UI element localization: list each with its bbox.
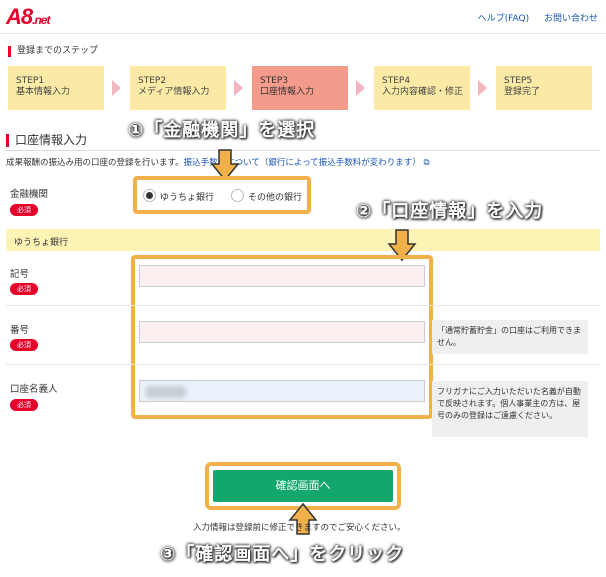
- step-3-label: 口座情報入力: [260, 87, 315, 97]
- confirm-button[interactable]: 確認画面へ: [213, 470, 393, 502]
- step-5-name: STEP5: [504, 76, 533, 86]
- registration-steps: STEP1 基本情報入力 STEP2 メディア情報入力 STEP3 口座情報入力…: [8, 66, 598, 110]
- bango-note: 「通常貯蓄貯金」の口座はご利用できません。: [432, 320, 588, 354]
- section-title: 口座情報入力: [6, 134, 87, 147]
- contact-link[interactable]: お問い合わせ: [544, 14, 598, 24]
- required-badge: 必須: [10, 204, 38, 216]
- radio-yucho[interactable]: [143, 189, 156, 202]
- header-links: ヘルプ(FAQ) お問い合わせ: [466, 11, 598, 24]
- redacted-name: [146, 386, 186, 398]
- bango-input[interactable]: [139, 321, 425, 343]
- step-2-name: STEP2: [138, 76, 167, 86]
- row-divider: [6, 364, 600, 365]
- selected-bank-band: ゆうちょ銀行: [6, 229, 600, 251]
- step-arrow-icon: [112, 80, 121, 96]
- radio-other-bank[interactable]: [231, 189, 244, 202]
- description-text: 成果報酬の振込み用の口座の登録を行います。: [6, 158, 184, 168]
- step-arrow-icon: [478, 80, 487, 96]
- a8net-logo[interactable]: A8.net: [6, 4, 50, 30]
- kigo-label: 記号: [10, 269, 30, 280]
- step-2-label: メディア情報入力: [138, 87, 210, 97]
- step-4: STEP4 入力内容確認・修正: [374, 66, 470, 110]
- required-badge: 必須: [10, 339, 38, 351]
- annotation-enter-account: ②「口座情報」を入力: [356, 201, 544, 222]
- step-5: STEP5 登録完了: [496, 66, 592, 110]
- section-divider: [6, 150, 600, 151]
- required-badge: 必須: [10, 283, 38, 295]
- kigo-input[interactable]: [139, 265, 425, 287]
- radio-yucho-label[interactable]: ゆうちょ銀行: [160, 190, 214, 203]
- external-link-icon[interactable]: ⧉: [423, 158, 429, 168]
- step-3: STEP3 口座情報入力: [252, 66, 348, 110]
- footer-note: 入力情報は登録前に修正できますのでご安心ください。: [193, 523, 406, 533]
- step-3-name: STEP3: [260, 76, 289, 86]
- logo-text: A8: [6, 4, 33, 29]
- step-1-name: STEP1: [16, 76, 45, 86]
- annotation-select-bank: ①「金融機関」を選択: [128, 120, 316, 141]
- step-4-name: STEP4: [382, 76, 411, 86]
- bango-label: 番号: [10, 325, 30, 336]
- bank-radio-group: ゆうちょ銀行 その他の銀行: [133, 176, 311, 214]
- annotation-click-confirm: ③「確認画面へ」をクリック: [160, 544, 405, 565]
- meigi-label: 口座名義人: [10, 384, 58, 395]
- step-2: STEP2 メディア情報入力: [130, 66, 226, 110]
- help-faq-link[interactable]: ヘルプ(FAQ): [478, 14, 529, 24]
- site-header: A8.net ヘルプ(FAQ) お問い合わせ: [0, 0, 606, 34]
- steps-title: 登録までのステップ: [8, 46, 98, 57]
- step-4-label: 入力内容確認・修正: [382, 87, 464, 97]
- bank-label: 金融機関: [10, 189, 49, 200]
- required-badge: 必須: [10, 399, 38, 411]
- radio-other-bank-label[interactable]: その他の銀行: [248, 190, 302, 203]
- step-arrow-icon: [234, 80, 243, 96]
- step-arrow-icon: [356, 80, 365, 96]
- meigi-note: フリガナにご入力いただいた名義が自動で反映されます。個人事業主の方は、屋号のみの…: [432, 381, 588, 437]
- row-divider: [6, 305, 600, 306]
- step-1: STEP1 基本情報入力: [8, 66, 104, 110]
- step-5-label: 登録完了: [504, 87, 541, 97]
- step-1-label: 基本情報入力: [16, 87, 71, 97]
- logo-suffix: .net: [32, 13, 50, 27]
